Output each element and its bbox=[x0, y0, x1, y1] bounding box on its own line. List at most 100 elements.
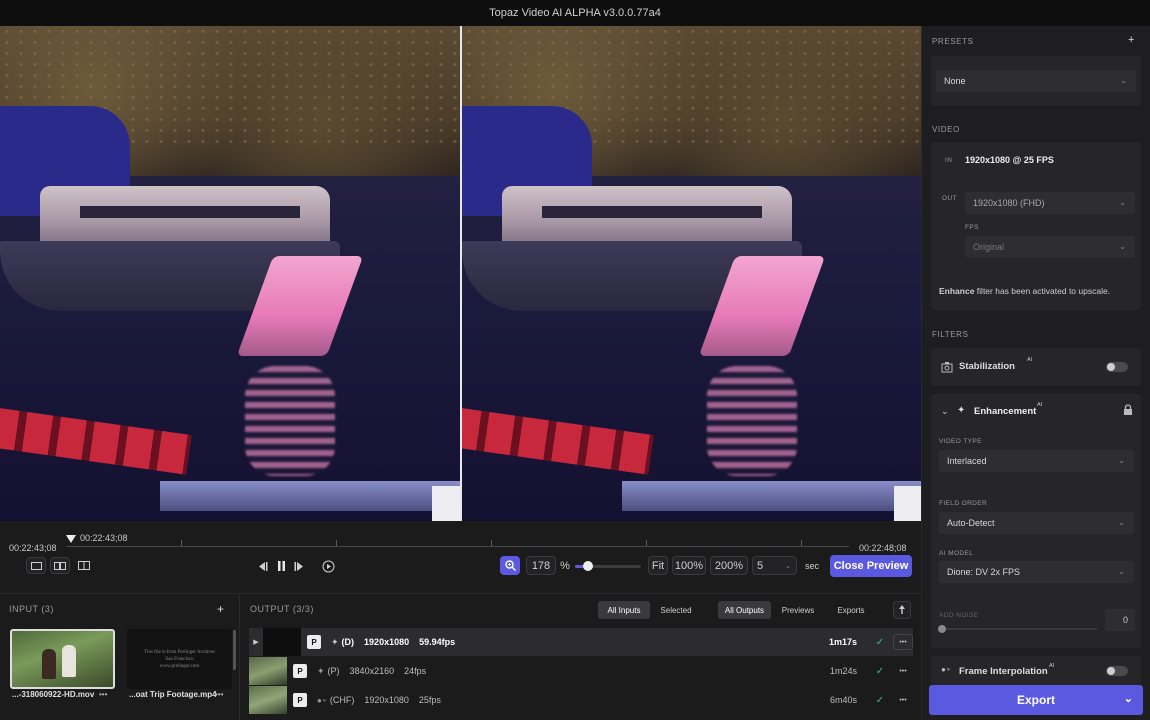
expand-row-icon[interactable]: ▶ bbox=[249, 638, 263, 646]
video-type-select[interactable]: Interlaced ⌄ bbox=[939, 450, 1134, 472]
filter-selected[interactable]: Selected bbox=[651, 601, 701, 619]
frame-interpolation-label: Frame Interpolation bbox=[959, 666, 1048, 677]
add-input-icon[interactable]: + bbox=[217, 602, 224, 616]
output-resolution-select[interactable]: 1920x1080 (FHD) ⌄ bbox=[965, 192, 1135, 214]
chevron-down-icon: ⌄ bbox=[1119, 198, 1126, 207]
lock-icon[interactable] bbox=[1123, 403, 1133, 421]
output-row[interactable]: P ✦ (P) 3840x2160 24fps 1m24s ✓ ••• bbox=[249, 657, 913, 685]
pause-icon[interactable] bbox=[274, 559, 288, 573]
input-file-name: ...oat Trip Footage.mp4 bbox=[129, 690, 217, 699]
zoom-fit-button[interactable]: Fit bbox=[648, 556, 668, 575]
loop-play-icon[interactable] bbox=[320, 558, 336, 574]
step-forward-icon[interactable] bbox=[292, 559, 306, 573]
model-code: (P) bbox=[327, 666, 340, 676]
output-header: OUTPUT (3/3) bbox=[250, 604, 314, 614]
chevron-down-icon: ⌄ bbox=[1118, 518, 1125, 527]
input-thumbnail-1[interactable] bbox=[10, 629, 115, 689]
thumbnail-credit-line: www.prelinger.com bbox=[159, 664, 200, 669]
close-preview-button[interactable]: Close Preview bbox=[830, 555, 912, 577]
chevron-down-icon: ⌄ bbox=[1120, 76, 1127, 85]
zoom-slider[interactable] bbox=[575, 561, 641, 571]
export-label: Export bbox=[1016, 693, 1055, 707]
timeline-track[interactable] bbox=[66, 546, 849, 547]
input-scrollbar[interactable] bbox=[233, 630, 236, 670]
zoom-percent-input[interactable]: 178 bbox=[526, 556, 556, 575]
field-order-label: FIELD ORDER bbox=[939, 500, 988, 507]
ai-model-select[interactable]: Dione: DV 2x FPS ⌄ bbox=[939, 561, 1134, 583]
preview-badge: P bbox=[293, 664, 307, 678]
more-icon[interactable]: ••• bbox=[893, 692, 913, 708]
add-noise-knob[interactable] bbox=[938, 625, 946, 633]
filter-all-outputs[interactable]: All Outputs bbox=[718, 601, 771, 619]
more-icon[interactable]: ••• bbox=[893, 634, 913, 650]
video-preview[interactable] bbox=[0, 26, 921, 521]
frame-interpolation-icon: ●∘ bbox=[941, 665, 951, 674]
field-order-select[interactable]: Auto-Detect ⌄ bbox=[939, 512, 1134, 534]
input-panel: INPUT (3) + ...-318060922-HD.mov ••• Thi… bbox=[0, 593, 240, 720]
export-button[interactable]: Export ⌄ bbox=[929, 685, 1143, 715]
single-view-button[interactable] bbox=[26, 557, 46, 574]
more-icon[interactable]: ••• bbox=[893, 663, 913, 679]
add-noise-slider[interactable] bbox=[938, 625, 1097, 633]
filter-all-inputs[interactable]: All Inputs bbox=[598, 601, 650, 619]
add-noise-label: ADD NOISE bbox=[939, 612, 979, 619]
enhancement-card: ⌄ ✦ Enhancement AI VIDEO TYPE Interlaced… bbox=[931, 394, 1141, 648]
zoom-100-button[interactable]: 100% bbox=[672, 556, 706, 575]
sort-icon[interactable] bbox=[893, 601, 911, 619]
timeline: 00:22:43;08 00:22:43;08 00:22:48;08 178 … bbox=[0, 521, 921, 591]
chevron-down-icon[interactable]: ⌄ bbox=[1124, 692, 1133, 705]
preset-select[interactable]: None ⌄ bbox=[936, 70, 1136, 92]
more-icon[interactable]: ••• bbox=[99, 690, 107, 699]
chevron-down-icon[interactable]: ⌄ bbox=[941, 406, 949, 417]
title-bar: Topaz Video AI ALPHA v3.0.0.77a4 bbox=[0, 0, 1150, 26]
field-order-value: Auto-Detect bbox=[947, 518, 995, 528]
frame-interpolation-card[interactable]: ●∘ Frame Interpolation AI bbox=[931, 656, 1141, 686]
output-row[interactable]: P ●∘ (CHF) 1920x1080 25fps 6m40s ✓ ••• bbox=[249, 686, 913, 714]
output-row[interactable]: ▶ P ✦ (D) 1920x1080 59.94fps 1m17s ✓ ••• bbox=[249, 628, 913, 656]
preview-duration-unit: sec bbox=[804, 560, 819, 571]
step-back-icon[interactable] bbox=[256, 559, 270, 573]
output-thumbnail bbox=[249, 686, 287, 714]
ai-tag: AI bbox=[1027, 357, 1033, 363]
input-file-name: ...-318060922-HD.mov bbox=[12, 690, 95, 699]
timecode-playhead: 00:22:43;08 bbox=[80, 533, 128, 543]
complete-check-icon: ✓ bbox=[875, 636, 885, 648]
stabilization-icon bbox=[941, 360, 953, 378]
stabilization-card[interactable]: Stabilization AI bbox=[931, 348, 1141, 386]
zoom-slider-knob[interactable] bbox=[583, 561, 594, 571]
split-view-button[interactable] bbox=[74, 557, 94, 574]
frame-interpolation-toggle[interactable] bbox=[1106, 666, 1128, 676]
stabilization-toggle[interactable] bbox=[1106, 362, 1128, 372]
filter-exports[interactable]: Exports bbox=[825, 601, 877, 619]
more-icon[interactable]: ••• bbox=[215, 690, 223, 699]
thumbnail-credit-line: This file is from Prelinger Archives bbox=[144, 650, 215, 655]
preview-duration-select[interactable]: 5 ⌄ bbox=[752, 556, 797, 575]
playhead-handle[interactable] bbox=[66, 535, 76, 543]
model-code: (D) bbox=[341, 637, 355, 647]
video-type-label: VIDEO TYPE bbox=[939, 438, 982, 445]
complete-check-icon: ✓ bbox=[875, 665, 885, 677]
enhancement-label: Enhancement bbox=[974, 406, 1037, 417]
render-time: 6m40s bbox=[829, 695, 857, 705]
enhance-icon: ✦ bbox=[317, 665, 325, 676]
output-thumbnail bbox=[249, 657, 287, 685]
ai-model-label: AI MODEL bbox=[939, 550, 974, 557]
add-preset-icon[interactable]: + bbox=[1128, 34, 1134, 46]
app-title: Topaz Video AI ALPHA v3.0.0.77a4 bbox=[489, 7, 661, 19]
fps-select[interactable]: Original ⌄ bbox=[965, 236, 1135, 258]
ai-model-value: Dione: DV 2x FPS bbox=[947, 567, 1021, 577]
input-spec: 1920x1080 @ 25 FPS bbox=[965, 155, 1054, 165]
filter-previews[interactable]: Previews bbox=[772, 601, 824, 619]
side-by-side-view-button[interactable] bbox=[50, 557, 70, 574]
out-label: OUT bbox=[942, 195, 957, 202]
add-noise-input[interactable]: 0 bbox=[1105, 609, 1135, 631]
stabilization-label: Stabilization bbox=[959, 361, 1015, 372]
frame-interpolation-icon: ●∘ bbox=[317, 695, 327, 705]
ai-tag: AI bbox=[1037, 402, 1043, 408]
input-header: INPUT (3) bbox=[9, 604, 54, 614]
zoom-icon[interactable] bbox=[500, 556, 520, 575]
chevron-down-icon: ⌄ bbox=[1118, 456, 1125, 465]
zoom-200-button[interactable]: 200% bbox=[710, 556, 748, 575]
input-thumbnail-2[interactable]: This file is from Prelinger Archives San… bbox=[127, 629, 232, 689]
output-resolution-value: 1920x1080 (FHD) bbox=[973, 198, 1045, 208]
